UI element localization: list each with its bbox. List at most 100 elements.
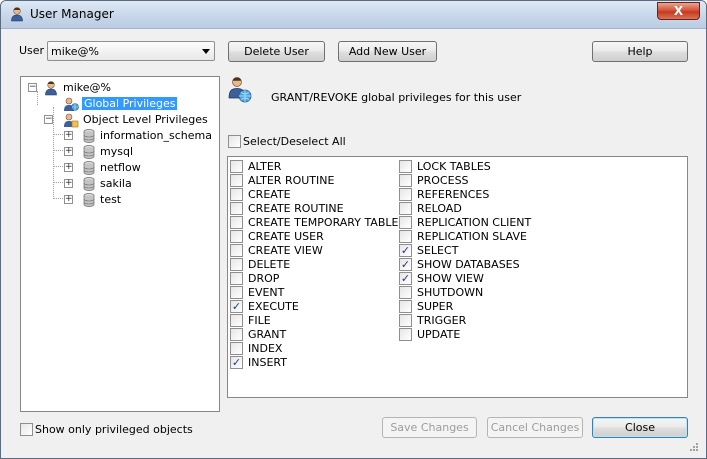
checkbox-unchecked[interactable] bbox=[399, 188, 412, 201]
checkbox-unchecked[interactable] bbox=[230, 202, 243, 215]
checkbox-unchecked[interactable] bbox=[399, 216, 412, 229]
privilege-list[interactable]: ALTER ALTER ROUTINE CREATE CREATE ROUTINE CR… bbox=[227, 156, 688, 398]
add-new-user-button[interactable]: Add New User bbox=[338, 41, 437, 62]
checkbox-checked[interactable]: ✓ bbox=[399, 272, 412, 285]
checkbox-unchecked[interactable] bbox=[399, 286, 412, 299]
checkbox-unchecked[interactable] bbox=[399, 174, 412, 187]
privilege-checkbox[interactable]: GRANT bbox=[230, 328, 390, 342]
privilege-checkbox[interactable]: CREATE VIEW bbox=[230, 244, 390, 258]
checkbox-unchecked[interactable] bbox=[230, 244, 243, 257]
privilege-tree[interactable]: − mike@% Global Privileges − Object Leve… bbox=[20, 76, 220, 412]
checkbox-unchecked[interactable] bbox=[399, 314, 412, 327]
privilege-label: LOCK TABLES bbox=[417, 160, 491, 173]
privilege-checkbox[interactable]: CREATE bbox=[230, 188, 390, 202]
privilege-checkbox[interactable]: INDEX bbox=[230, 342, 390, 356]
privilege-checkbox[interactable]: CREATE TEMPORARY TABLES bbox=[230, 216, 405, 230]
checkbox-checked[interactable]: ✓ bbox=[230, 356, 243, 369]
grant-users-icon bbox=[228, 77, 252, 103]
checkbox-unchecked[interactable] bbox=[399, 160, 412, 173]
privilege-checkbox[interactable]: CREATE USER bbox=[230, 230, 390, 244]
privilege-checkbox[interactable]: REPLICATION CLIENT bbox=[399, 216, 559, 230]
checkbox-checked[interactable]: ✓ bbox=[399, 244, 412, 257]
tree-node-schema[interactable]: + sakila bbox=[64, 176, 214, 192]
privilege-checkbox[interactable]: ✓ SHOW DATABASES bbox=[399, 258, 559, 272]
delete-user-button[interactable]: Delete User bbox=[228, 41, 325, 62]
checkbox-box[interactable] bbox=[228, 135, 241, 148]
expand-icon[interactable]: + bbox=[64, 195, 73, 204]
privilege-checkbox[interactable]: REFERENCES bbox=[399, 188, 559, 202]
checkbox-box[interactable] bbox=[20, 423, 33, 436]
resize-grip-icon[interactable] bbox=[689, 442, 699, 452]
tree-node-object-level[interactable]: − Object Level Privileges bbox=[44, 112, 216, 128]
expand-icon[interactable]: + bbox=[64, 131, 73, 140]
tree-node-global-privileges[interactable]: Global Privileges bbox=[63, 96, 213, 112]
checkbox-unchecked[interactable] bbox=[399, 328, 412, 341]
collapse-icon[interactable]: − bbox=[28, 83, 37, 92]
privilege-checkbox[interactable]: DROP bbox=[230, 272, 390, 286]
privilege-label: SHUTDOWN bbox=[417, 286, 484, 299]
privilege-label: CREATE VIEW bbox=[248, 244, 323, 257]
tree-node-schema[interactable]: + netflow bbox=[64, 160, 214, 176]
tree-node-schema[interactable]: + information_schema bbox=[64, 128, 214, 144]
privilege-label: SHOW DATABASES bbox=[417, 258, 520, 271]
checkbox-unchecked[interactable] bbox=[230, 160, 243, 173]
checkbox-unchecked[interactable] bbox=[399, 230, 412, 243]
checkbox-checked[interactable]: ✓ bbox=[399, 258, 412, 271]
checkbox-unchecked[interactable] bbox=[230, 258, 243, 271]
database-icon bbox=[83, 177, 95, 191]
privilege-checkbox[interactable]: SHUTDOWN bbox=[399, 286, 559, 300]
checkbox-unchecked[interactable] bbox=[230, 188, 243, 201]
checkbox-unchecked[interactable] bbox=[230, 314, 243, 327]
privilege-checkbox[interactable]: ✓ EXECUTE bbox=[230, 300, 390, 314]
privilege-checkbox[interactable]: ✓ INSERT bbox=[230, 356, 390, 370]
privilege-label: DELETE bbox=[248, 258, 291, 271]
privilege-label: FILE bbox=[248, 314, 271, 327]
privilege-checkbox[interactable]: EVENT bbox=[230, 286, 390, 300]
privilege-checkbox[interactable]: ✓ SELECT bbox=[399, 244, 559, 258]
window-close-button[interactable]: X bbox=[657, 2, 700, 20]
privilege-checkbox[interactable]: SUPER bbox=[399, 300, 559, 314]
tree-node-schema[interactable]: + test bbox=[64, 192, 214, 208]
checkbox-unchecked[interactable] bbox=[230, 342, 243, 355]
tree-node-user[interactable]: − mike@% bbox=[28, 80, 208, 96]
checkbox-unchecked[interactable] bbox=[230, 216, 243, 229]
privilege-checkbox[interactable]: FILE bbox=[230, 314, 390, 328]
expand-icon[interactable]: + bbox=[64, 179, 73, 188]
privilege-checkbox[interactable]: LOCK TABLES bbox=[399, 160, 559, 174]
privilege-checkbox[interactable]: REPLICATION SLAVE bbox=[399, 230, 559, 244]
privilege-checkbox[interactable]: ✓ SHOW VIEW bbox=[399, 272, 559, 286]
save-changes-button[interactable]: Save Changes bbox=[382, 417, 477, 438]
show-only-privileged-checkbox[interactable]: Show only privileged objects bbox=[20, 423, 193, 437]
privilege-checkbox[interactable]: TRIGGER bbox=[399, 314, 559, 328]
show-only-privileged-label: Show only privileged objects bbox=[35, 423, 193, 436]
checkbox-unchecked[interactable] bbox=[230, 230, 243, 243]
privilege-checkbox[interactable]: ALTER bbox=[230, 160, 390, 174]
help-button[interactable]: Help bbox=[592, 41, 688, 62]
privilege-label: PROCESS bbox=[417, 174, 469, 187]
checkbox-unchecked[interactable] bbox=[230, 286, 243, 299]
checkbox-unchecked[interactable] bbox=[230, 272, 243, 285]
privilege-checkbox[interactable]: ALTER ROUTINE bbox=[230, 174, 390, 188]
checkbox-checked[interactable]: ✓ bbox=[230, 300, 243, 313]
tree-node-label: netflow bbox=[100, 161, 141, 174]
checkbox-unchecked[interactable] bbox=[399, 202, 412, 215]
tree-node-label: Object Level Privileges bbox=[83, 113, 208, 126]
expand-icon[interactable]: + bbox=[64, 163, 73, 172]
privilege-checkbox[interactable]: CREATE ROUTINE bbox=[230, 202, 390, 216]
collapse-icon[interactable]: − bbox=[44, 115, 53, 124]
privilege-label: REPLICATION SLAVE bbox=[417, 230, 527, 243]
privilege-checkbox[interactable]: DELETE bbox=[230, 258, 390, 272]
checkbox-unchecked[interactable] bbox=[399, 300, 412, 313]
privilege-checkbox[interactable]: RELOAD bbox=[399, 202, 559, 216]
tree-node-schema[interactable]: + mysql bbox=[64, 144, 214, 160]
privilege-checkbox[interactable]: PROCESS bbox=[399, 174, 559, 188]
database-icon bbox=[83, 193, 95, 207]
checkbox-unchecked[interactable] bbox=[230, 174, 243, 187]
select-all-checkbox[interactable]: Select/Deselect All bbox=[228, 135, 348, 149]
privilege-checkbox[interactable]: UPDATE bbox=[399, 328, 559, 342]
close-button[interactable]: Close bbox=[592, 417, 688, 438]
checkbox-unchecked[interactable] bbox=[230, 328, 243, 341]
cancel-changes-button[interactable]: Cancel Changes bbox=[487, 417, 583, 438]
user-combo[interactable]: mike@% bbox=[47, 41, 215, 61]
expand-icon[interactable]: + bbox=[64, 147, 73, 156]
